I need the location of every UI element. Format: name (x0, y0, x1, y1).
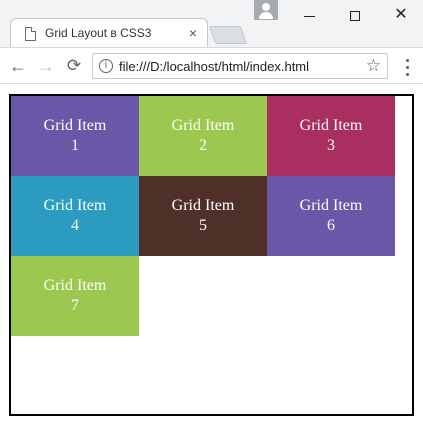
menu-dot-icon (405, 73, 409, 76)
page-icon (25, 27, 36, 41)
grid-item-number: 3 (327, 137, 335, 154)
browser-tab[interactable]: Grid Layout в CSS3 × (10, 18, 208, 49)
minimize-icon (303, 15, 315, 17)
grid-item: Grid Item 1 (11, 96, 139, 176)
grid-item: Grid Item 7 (11, 256, 139, 336)
browser-menu-button[interactable] (398, 54, 416, 78)
menu-dot-icon (405, 59, 409, 62)
back-button[interactable]: ← (6, 54, 30, 78)
grid-item-number: 1 (71, 137, 79, 154)
grid-item-number: 6 (327, 217, 335, 234)
grid-item-number: 4 (71, 217, 79, 234)
bookmark-star-icon[interactable]: ☆ (366, 56, 381, 76)
grid-item: Grid Item 5 (139, 176, 267, 256)
grid-item-number: 2 (199, 137, 207, 154)
maximize-button[interactable] (332, 0, 378, 30)
title-bar: Grid Layout в CSS3 × ✕ (0, 0, 423, 49)
reload-button[interactable]: ⟳ (62, 54, 86, 78)
menu-dot-icon (405, 66, 409, 69)
url-text[interactable]: file:///D:/localhost/html/index.html (119, 59, 309, 74)
grid-item: Grid Item 2 (139, 96, 267, 176)
page-viewport: Grid Item 1 Grid Item 2 Grid Item 3 Grid Item 4… (0, 85, 423, 434)
tab-title: Grid Layout в CSS3 (45, 26, 152, 40)
grid-item-label: Grid Item (299, 117, 363, 134)
grid-item: Grid Item 6 (267, 176, 395, 256)
grid-container: Grid Item 1 Grid Item 2 Grid Item 3 Grid Item 4… (9, 94, 414, 416)
grid-item: Grid Item 4 (11, 176, 139, 256)
grid-item: Grid Item 3 (267, 96, 395, 176)
grid-item-label: Grid Item (43, 277, 107, 294)
grid-layout: Grid Item 1 Grid Item 2 Grid Item 3 Grid Item 4… (11, 96, 412, 336)
grid-item-label: Grid Item (171, 117, 235, 134)
close-window-button[interactable]: ✕ (378, 0, 423, 30)
maximize-icon (350, 11, 360, 22)
profile-icon[interactable] (254, 0, 278, 20)
tab-close-icon[interactable]: × (189, 25, 197, 41)
new-tab-button[interactable] (208, 26, 248, 44)
address-bar[interactable]: i file:///D:/localhost/html/index.html ☆ (92, 53, 388, 79)
grid-item-label: Grid Item (299, 197, 363, 214)
grid-item-label: Grid Item (171, 197, 235, 214)
browser-toolbar: ← → ⟳ i file:///D:/localhost/html/index.… (0, 48, 423, 84)
grid-item-label: Grid Item (43, 197, 107, 214)
grid-item-label: Grid Item (43, 117, 107, 134)
grid-item-number: 5 (199, 217, 207, 234)
grid-item-number: 7 (71, 297, 79, 314)
forward-button[interactable]: → (34, 54, 58, 78)
info-icon[interactable]: i (99, 59, 113, 73)
minimize-button[interactable] (286, 0, 332, 30)
